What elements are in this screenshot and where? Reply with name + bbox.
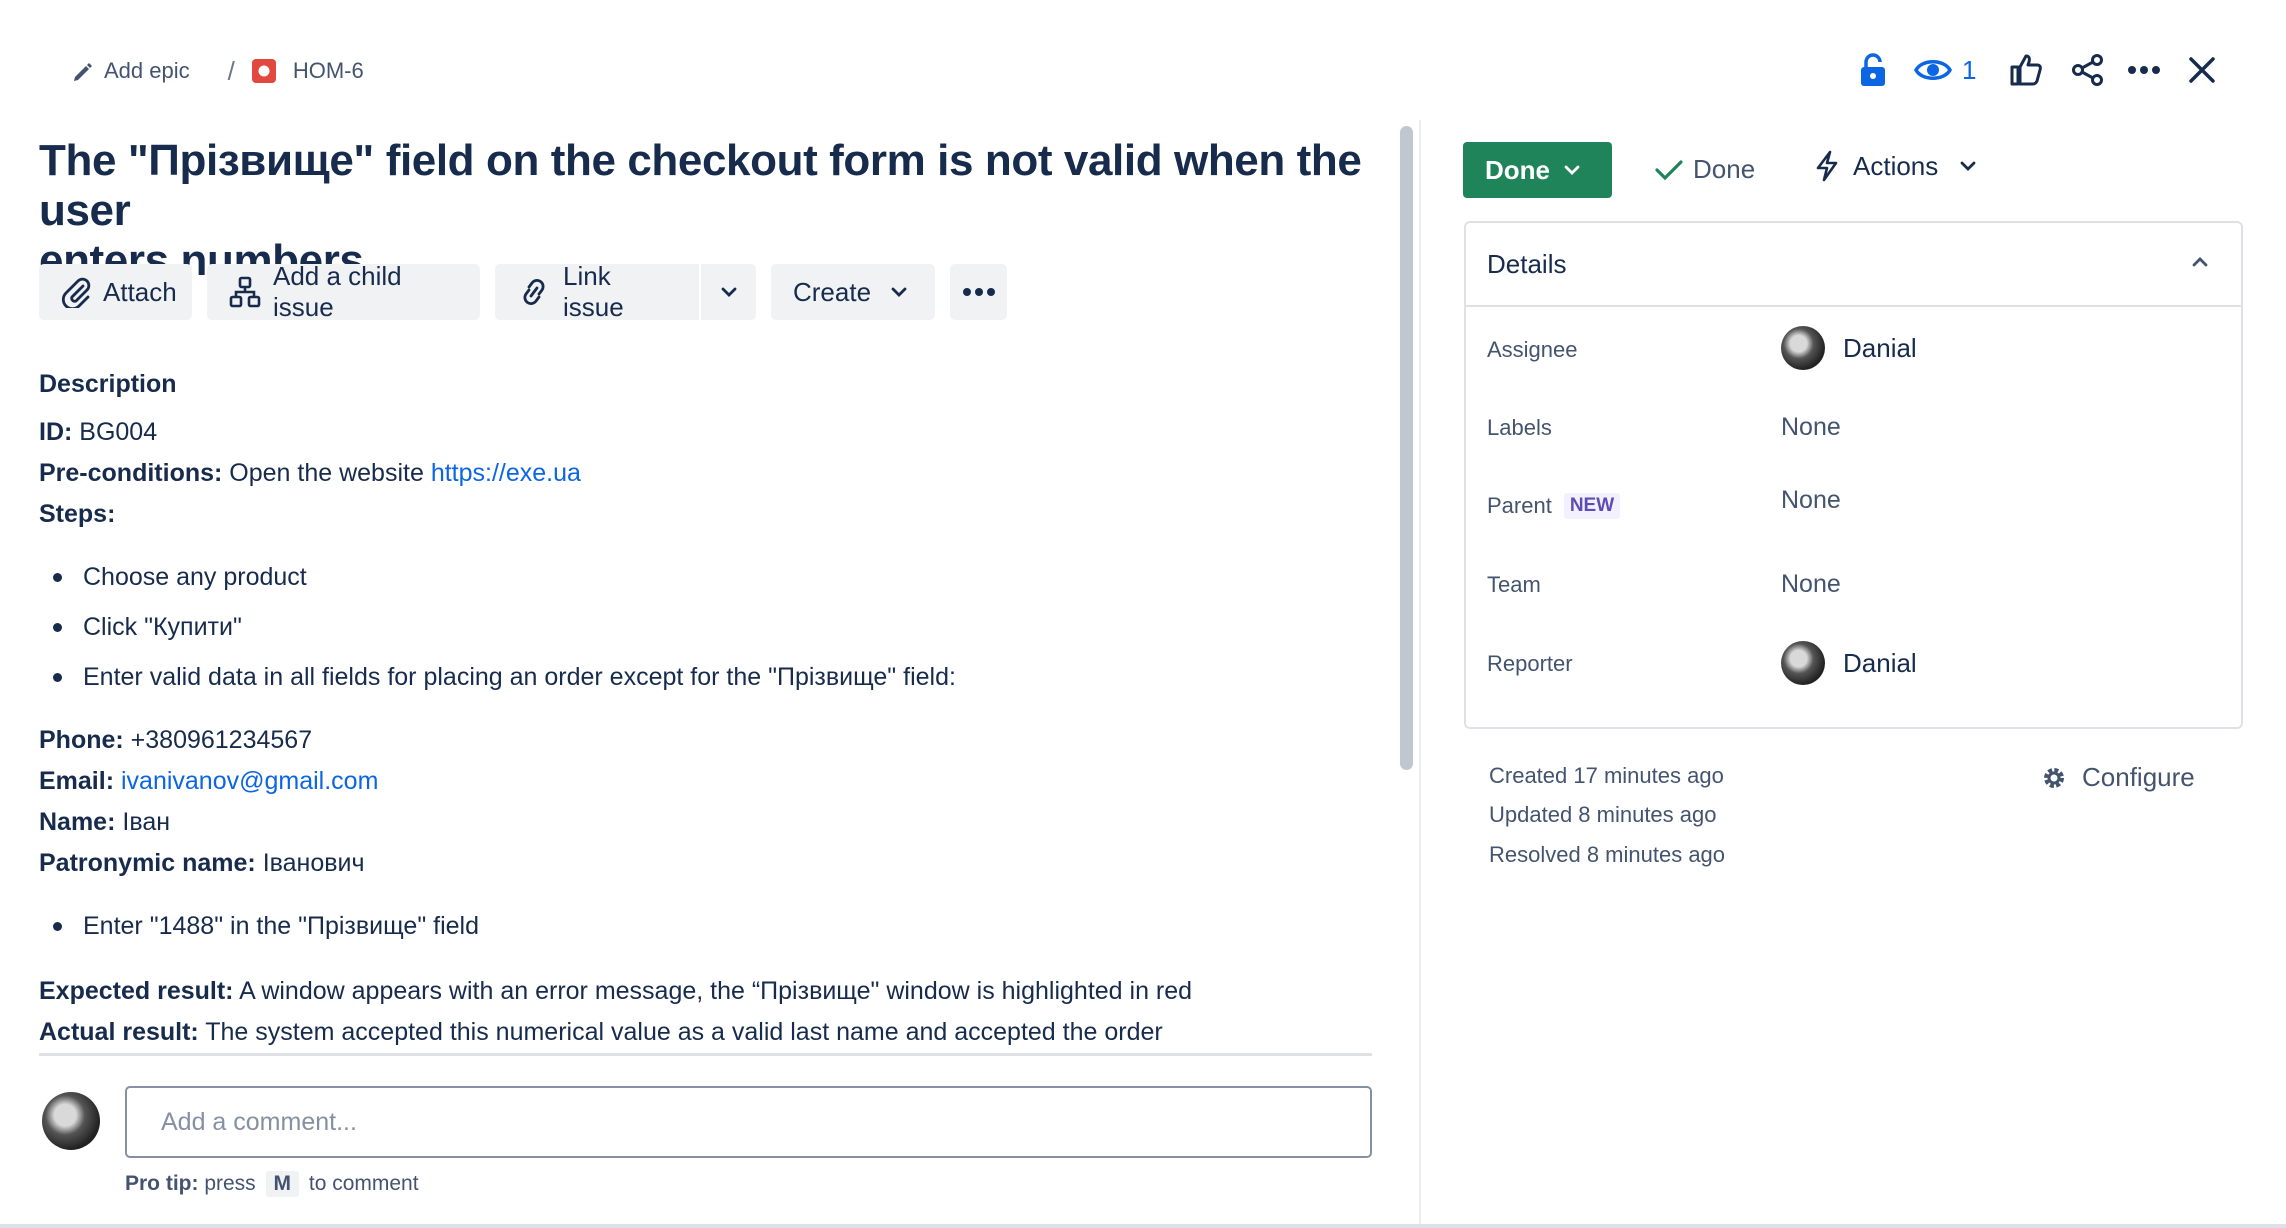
actual-result-line: Actual result: The system accepted this …	[39, 1018, 1163, 1046]
step-item: Click "Купити"	[83, 613, 242, 641]
website-link[interactable]: https://exe.ua	[431, 459, 581, 487]
more-icon	[962, 287, 996, 297]
bottom-edge	[0, 1224, 2286, 1228]
actions-button[interactable]: Actions	[1815, 150, 1976, 182]
thumbs-up-icon[interactable]	[2004, 48, 2048, 92]
bullet	[53, 573, 62, 582]
description-heading: Description	[39, 370, 177, 398]
resolution-label: Done	[1693, 154, 1756, 184]
breadcrumb: Add epic / HOM-6	[72, 54, 364, 88]
comment-divider	[39, 1053, 1372, 1056]
phone-line: Phone: +380961234567	[39, 726, 313, 754]
shortcut-key: M	[265, 1171, 300, 1197]
resolution-status: Done	[1655, 154, 1755, 185]
link-issue-dropdown[interactable]	[701, 264, 756, 320]
lightning-icon	[1815, 150, 1839, 182]
pro-tip: Pro tip: press M to comment	[125, 1171, 419, 1197]
assignee-field[interactable]: Danial	[1781, 326, 1917, 370]
breadcrumb-separator: /	[227, 55, 235, 86]
comment-placeholder: Add a comment...	[161, 1107, 357, 1136]
eye-icon	[1914, 56, 1952, 84]
reporter-name: Danial	[1843, 647, 1917, 678]
patronymic-line: Patronymic name: Іванович	[39, 849, 365, 877]
create-button[interactable]: Create	[771, 264, 935, 320]
step-item: Choose any product	[83, 563, 307, 591]
step-item: Enter "1488" in the "Прізвище" field	[83, 912, 479, 940]
configure-label: Configure	[2082, 762, 2195, 792]
chevron-down-icon	[891, 287, 907, 297]
team-label: Team	[1487, 572, 1541, 597]
new-badge: NEW	[1563, 493, 1621, 519]
chevron-down-icon	[721, 287, 737, 297]
close-icon[interactable]	[2180, 48, 2224, 92]
expected-result-line: Expected result: A window appears with a…	[39, 977, 1193, 1005]
watch-button[interactable]: 1	[1914, 50, 1976, 90]
paperclip-icon	[61, 276, 91, 308]
team-value[interactable]: None	[1781, 570, 1841, 599]
add-epic-link[interactable]: Add epic	[104, 58, 190, 84]
lock-icon[interactable]	[1851, 48, 1895, 92]
resolved-time: Resolved 8 minutes ago	[1489, 842, 1726, 867]
preconditions-line: Pre-conditions: Open the website https:/…	[39, 459, 581, 487]
id-line: ID: BG004	[39, 418, 158, 446]
description-body[interactable]: ID: BG004 Pre-conditions: Open the websi…	[39, 412, 1379, 535]
assignee-label: Assignee	[1487, 337, 1578, 362]
more-actions-button[interactable]	[950, 264, 1007, 320]
results: Expected result: A window appears with a…	[39, 971, 1389, 1053]
share-icon[interactable]	[2066, 48, 2110, 92]
bullet	[53, 673, 62, 682]
email-line: Email: ivanivanov@gmail.com	[39, 767, 379, 795]
parent-label: Parent NEW	[1487, 493, 1621, 519]
name-line: Name: Іван	[39, 808, 171, 836]
parent-value[interactable]: None	[1781, 486, 1841, 515]
labels-label: Labels	[1487, 415, 1552, 440]
contact-data: Phone: +380961234567 Email: ivanivanov@g…	[39, 720, 1379, 884]
comment-input[interactable]: Add a comment...	[125, 1086, 1372, 1158]
bullet	[53, 623, 62, 632]
reporter-avatar	[1781, 641, 1825, 685]
steps-label: Steps:	[39, 500, 116, 528]
bullet	[53, 922, 62, 931]
pencil-icon	[72, 60, 94, 82]
created-time: Created 17 minutes ago	[1489, 763, 1724, 788]
attach-button[interactable]: Attach	[39, 264, 192, 320]
gear-icon	[2040, 764, 2068, 792]
attach-label: Attach	[103, 276, 177, 307]
chevron-down-icon	[1564, 165, 1580, 175]
bug-icon	[251, 58, 277, 84]
details-heading: Details	[1487, 249, 1567, 279]
watch-count: 1	[1962, 54, 1977, 85]
create-label: Create	[793, 276, 872, 307]
check-icon	[1655, 159, 1683, 181]
email-link[interactable]: ivanivanov@gmail.com	[121, 767, 378, 795]
status-button[interactable]: Done	[1463, 142, 1612, 198]
scrollbar-thumb[interactable]	[1400, 126, 1413, 770]
chevron-up-icon[interactable]	[2192, 257, 2208, 267]
link-issue-divider	[699, 264, 701, 320]
add-child-issue-button[interactable]: Add a child issue	[207, 261, 480, 322]
add-child-issue-label: Add a child issue	[273, 261, 402, 322]
step-item: Enter valid data in all fields for placi…	[83, 663, 956, 691]
configure-button[interactable]: Configure	[2040, 762, 2195, 793]
hierarchy-icon	[229, 276, 261, 308]
panel-divider	[1419, 120, 1421, 1228]
link-issue-label: Link issue	[563, 261, 624, 322]
assignee-avatar	[1781, 326, 1825, 370]
status-label: Done	[1485, 154, 1550, 185]
issue-key-link[interactable]: HOM-6	[293, 58, 364, 84]
reporter-field[interactable]: Danial	[1781, 641, 1917, 685]
issue-title-line1: The "Прізвище" field on the checkout for…	[39, 136, 1362, 235]
details-header[interactable]: Details	[1466, 223, 2241, 307]
chevron-down-icon	[1960, 161, 1976, 171]
link-icon	[517, 277, 551, 307]
actions-label: Actions	[1853, 150, 1939, 181]
assignee-name: Danial	[1843, 332, 1917, 363]
user-avatar	[42, 1092, 100, 1150]
more-icon[interactable]	[2122, 48, 2166, 92]
updated-time: Updated 8 minutes ago	[1489, 802, 1717, 827]
labels-value[interactable]: None	[1781, 413, 1841, 442]
reporter-label: Reporter	[1487, 651, 1573, 676]
link-issue-button[interactable]: Link issue	[495, 261, 699, 322]
